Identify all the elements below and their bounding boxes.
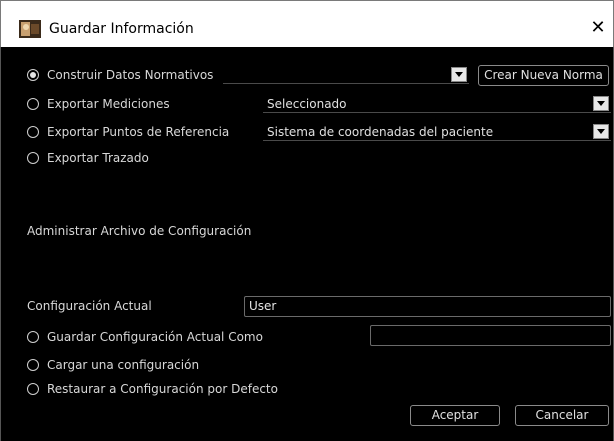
- save-config-as-field[interactable]: [370, 325, 611, 346]
- radio-build-normative-data[interactable]: Construir Datos Normativos: [27, 66, 213, 84]
- window-title: Guardar Información: [49, 21, 194, 37]
- app-icon: [19, 20, 41, 38]
- radio-label: Exportar Puntos de Referencia: [47, 125, 230, 139]
- radio-export-landmarks[interactable]: Exportar Puntos de Referencia: [27, 123, 229, 141]
- radio-button[interactable]: [27, 98, 39, 110]
- radio-load-config[interactable]: Cargar una configuración: [27, 356, 199, 374]
- radio-button[interactable]: [27, 331, 39, 343]
- norm-combo[interactable]: [223, 66, 469, 84]
- chevron-down-icon[interactable]: [593, 96, 609, 111]
- dialog-body: Construir Datos Normativos Crear Nueva N…: [0, 47, 614, 441]
- config-section-title: Administrar Archivo de Configuración: [27, 224, 252, 238]
- radio-export-tracing[interactable]: Exportar Trazado: [27, 149, 149, 167]
- radio-button[interactable]: [27, 383, 39, 395]
- radio-button[interactable]: [27, 359, 39, 371]
- measurements-combo[interactable]: Seleccionado: [263, 95, 611, 113]
- radio-export-measurements[interactable]: Exportar Mediciones: [27, 95, 170, 113]
- cancel-button[interactable]: Cancelar: [515, 405, 609, 426]
- radio-button[interactable]: [27, 126, 39, 138]
- chevron-down-icon[interactable]: [451, 67, 467, 82]
- radio-button[interactable]: [27, 152, 39, 164]
- radio-label: Cargar una configuración: [47, 358, 200, 372]
- current-config-label: Configuración Actual: [27, 299, 152, 313]
- title-bar: Guardar Información ✕: [0, 0, 614, 47]
- radio-restore-default-config[interactable]: Restaurar a Configuración por Defecto: [27, 380, 278, 398]
- close-icon[interactable]: ✕: [587, 17, 609, 39]
- accept-button[interactable]: Aceptar: [410, 405, 500, 426]
- radio-label: Exportar Trazado: [47, 151, 149, 165]
- create-new-norm-button[interactable]: Crear Nueva Norma: [478, 65, 609, 86]
- radio-label: Guardar Configuración Actual Como: [47, 330, 263, 344]
- radio-save-config-as[interactable]: Guardar Configuración Actual Como: [27, 328, 263, 346]
- radio-label: Exportar Mediciones: [47, 97, 170, 111]
- chevron-down-icon[interactable]: [593, 124, 609, 139]
- current-config-field[interactable]: User: [244, 296, 611, 317]
- radio-label: Restaurar a Configuración por Defecto: [47, 382, 278, 396]
- radio-label: Construir Datos Normativos: [47, 68, 214, 82]
- radio-button[interactable]: [27, 69, 39, 81]
- landmarks-combo[interactable]: Sistema de coordenadas del paciente: [263, 123, 611, 141]
